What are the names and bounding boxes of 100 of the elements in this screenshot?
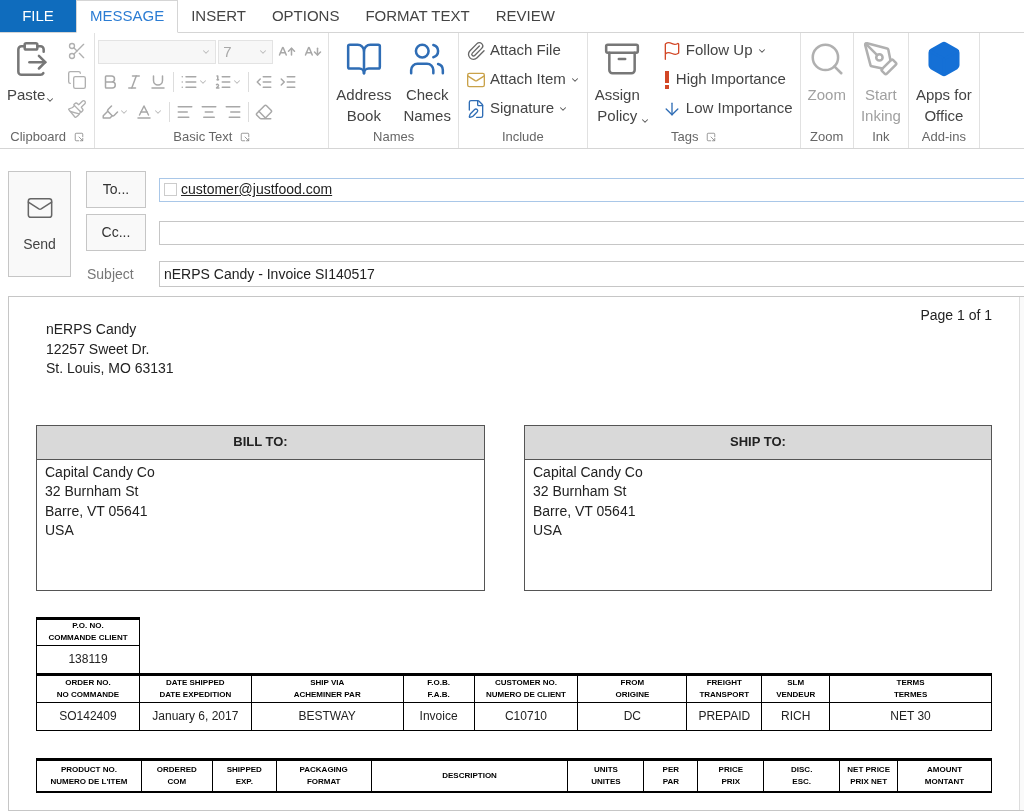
table-cell-text: SO142409 [58,708,118,725]
ribbon-button[interactable]: Attach File [461,38,584,63]
file-tab[interactable]: FILE [0,0,76,32]
address-line: Capital Candy Co [45,462,156,482]
font-color-icon [135,103,154,121]
group-label: Names [373,128,415,147]
sender-address-line: St. Louis, MO 63131 [46,359,175,378]
table-cell-text: BESTWAY [297,708,357,725]
ribbon-button[interactable]: Check Names [399,36,455,129]
cc-field[interactable] [159,220,1024,245]
address-box-title: BILL TO: [37,425,484,460]
table-header-cell: FREIGHT TRANSPORT [687,675,762,703]
group-label: Include [501,128,544,147]
scrollbar[interactable] [1019,297,1024,810]
ribbon-button[interactable]: Address Book [332,36,396,129]
to-field[interactable]: customer@justfood.com [159,177,1024,202]
table-header-cell: P.O. NO. COMMANDE CLIENT [37,619,139,646]
clear-format-icon [255,103,274,121]
send-button[interactable]: Send [8,171,71,277]
subject-field[interactable]: nERPS Candy - Invoice SI140517 [159,261,1024,287]
align-right-icon [224,103,243,121]
table-cell-text: January 6, 2017 [151,708,240,725]
bullets-icon [180,73,199,91]
table-cell-text: Invoice [418,708,459,725]
address-box-title: SHIP TO: [525,425,991,460]
table-header-cell: FROM ORIGINE [578,675,687,703]
table-header-cell: F.O.B. F.A.B. [403,675,474,703]
table-cell-text: RICH [780,708,812,725]
align-center-icon [200,103,219,121]
table-cell-text: NET 30 [889,708,932,725]
table-header-cell: UNITS UNITES [568,760,645,791]
pen-icon [861,40,900,78]
ribbon-tab[interactable]: OPTIONS [258,0,353,32]
table-header-cell: CUSTOMER NO. NUMERO DE CLIENT [474,675,578,703]
outdent-icon [255,73,274,91]
address-line: Capital Candy Co [533,462,644,482]
table-header-cell: PER PAR [644,760,699,791]
dialog-launcher-icon[interactable] [74,132,84,142]
ribbon-button[interactable]: Low Importance [657,96,797,121]
table-header-cell: ORDERED COM [141,760,213,791]
table-cell-text: 138119 [67,651,109,668]
recipient-icon [164,183,177,196]
address-line: USA [533,521,563,540]
cc-button[interactable]: Cc... [86,214,146,251]
table-header-cell: TERMS TERMES [830,675,991,703]
sender-address-line: 12257 Sweet Dr. [46,339,151,359]
ribbon-button[interactable]: Attach Item [461,67,584,92]
ribbon-button[interactable]: Follow Up [657,38,797,63]
cabinet-icon [603,40,642,78]
address-line: 32 Burnham St [45,482,140,501]
caret-icon [198,77,209,87]
paintbrush-icon [67,98,88,119]
ribbon-button[interactable]: Paste [3,36,60,129]
table-header-cell: ORDER NO. NO COMMANDE [37,675,139,703]
group-label: Ink [872,128,890,147]
table-header-cell: SLM VENDEUR [762,675,830,703]
table-cell-text: DC [622,708,643,725]
group-label: Tags [670,128,699,147]
table-header-cell: DATE SHIPPED DATE EXPEDITION [139,675,251,703]
address-line: Barre, VT 05641 [45,501,149,521]
ribbon-button[interactable]: Assign Policy [590,36,654,129]
indent-icon [279,73,298,91]
dialog-launcher-icon[interactable] [706,132,717,142]
group-label: Clipboard [10,128,66,147]
align-left-icon [176,103,195,121]
group-label: Add-ins [921,128,966,147]
table-header-cell: PACKAGING FORMAT [276,760,372,791]
table-header-cell: SHIP VIA ACHEMINER PAR [251,675,403,703]
table-header-cell: SHIPPED EXP. [212,760,277,791]
ribbon-button[interactable]: High Importance [657,67,797,92]
table-header-cell: AMOUNT MONTANT [898,760,992,791]
group-label: Zoom [810,128,844,147]
table-header-cell: NET PRICE PRIX NET [840,760,899,791]
ribbon-tab[interactable]: FORMAT TEXT [352,0,483,32]
table-cell-text: PREPAID [697,708,752,725]
highlight-icon [101,103,120,121]
table-header-cell: DESCRIPTION [371,760,569,791]
ribbon-tab[interactable]: REVIEW [482,0,568,32]
page-number: Page 1 of 1 [920,306,992,325]
sender-address-line: nERPS Candy [46,320,138,339]
table-header-cell: PRICE PRIX [698,760,765,791]
underline-icon [149,73,168,91]
ribbon-tab[interactable]: MESSAGE [76,0,179,33]
address-line: Barre, VT 05641 [533,501,637,521]
ribbon-button[interactable]: Apps for Office [911,36,976,129]
group-label: Basic Text [173,128,233,147]
table-header-cell: PRODUCT NO. NUMERO DE L'ITEM [37,760,142,791]
table-header-cell: DISC. ESC. [764,760,841,791]
ribbon-tab[interactable]: INSERT [178,0,259,32]
copy-icon [67,69,88,90]
numbering-icon [214,73,233,91]
address-line: USA [45,521,75,540]
recipient-name: customer@justfood.com [181,180,333,199]
ribbon-button[interactable]: Signature [461,96,584,121]
caret-icon [119,107,130,117]
caret-icon [153,107,164,117]
table-cell-text: C10710 [503,708,548,725]
paperclip-icon [465,40,486,61]
to-button[interactable]: To... [86,171,146,208]
subject-label: Subject [86,264,135,284]
